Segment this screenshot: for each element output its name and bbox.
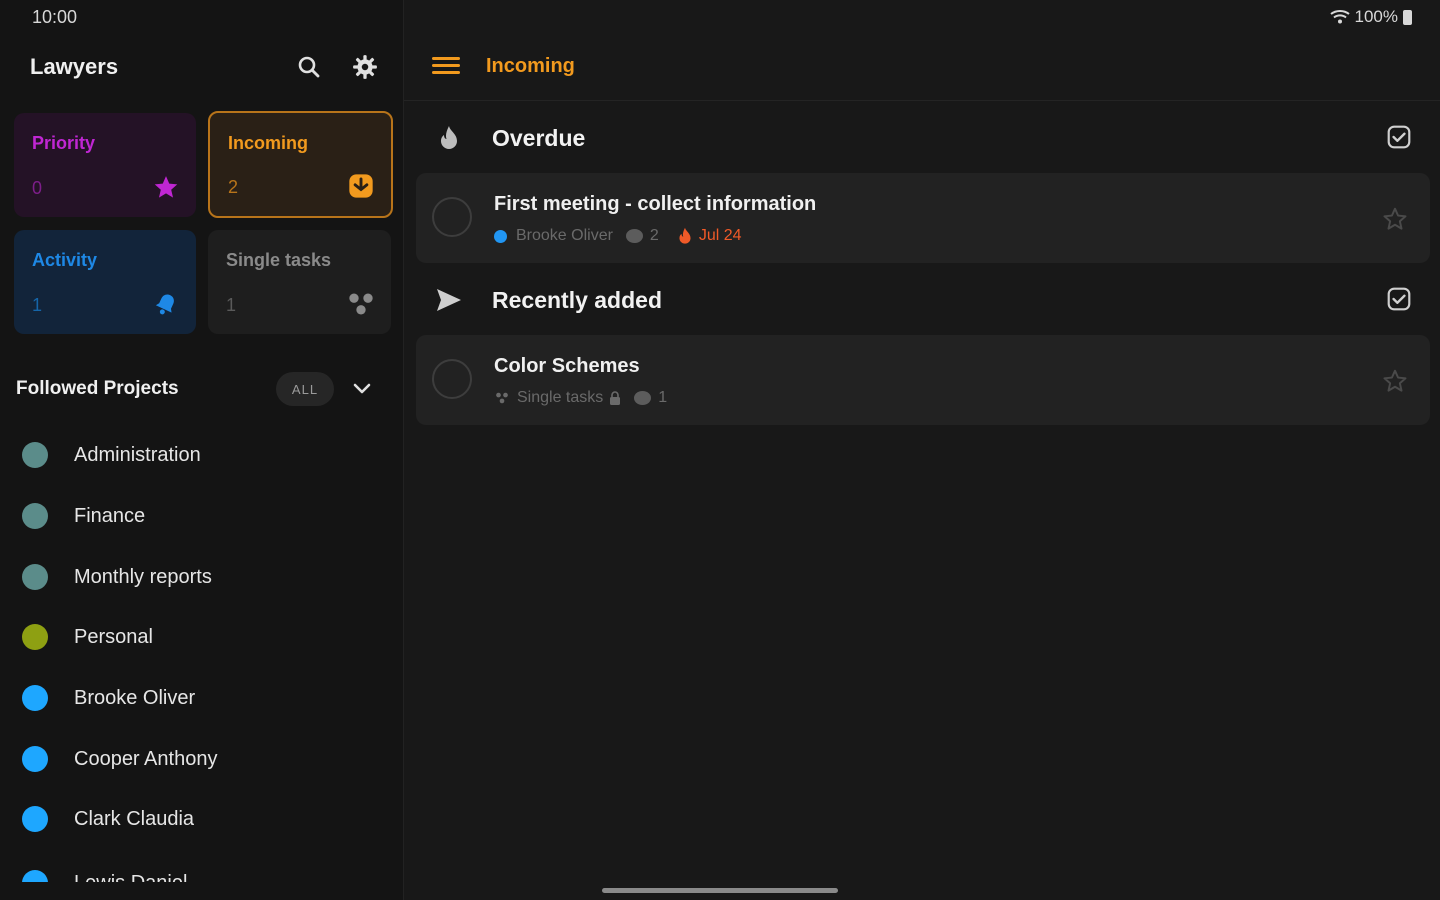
assignee-dot bbox=[494, 229, 507, 243]
hamburger-line bbox=[432, 57, 460, 60]
project-name: Administration bbox=[74, 443, 201, 466]
lock-icon bbox=[610, 391, 621, 405]
project-item[interactable]: Brooke Oliver bbox=[22, 678, 382, 718]
project-name: Lewis Daniel bbox=[74, 872, 187, 883]
task-title: First meeting - collect information bbox=[494, 193, 817, 215]
project-item[interactable]: Cooper Anthony bbox=[22, 739, 382, 779]
task-comment-count: 2 bbox=[649, 227, 659, 244]
tile-activity-label: Activity bbox=[32, 250, 98, 270]
task-card[interactable]: Color Schemes Single tasks 1 bbox=[416, 335, 1430, 425]
page-title: Incoming bbox=[486, 55, 575, 77]
tile-incoming[interactable]: Incoming 2 bbox=[208, 111, 393, 218]
chevron-down-icon[interactable] bbox=[350, 376, 374, 402]
project-color-dot bbox=[22, 442, 48, 468]
gear-icon bbox=[353, 55, 377, 79]
comment-icon bbox=[634, 391, 652, 405]
main-panel: 100% Incoming Overdue First meeting - co… bbox=[404, 0, 1440, 900]
star-outline-icon bbox=[1383, 207, 1407, 230]
header-divider bbox=[404, 100, 1440, 101]
tile-activity-count: 1 bbox=[32, 295, 43, 315]
task-comment-count: 1 bbox=[658, 389, 668, 406]
project-name: Cooper Anthony bbox=[74, 747, 218, 770]
star-icon bbox=[152, 173, 180, 201]
project-color-dot bbox=[22, 685, 48, 711]
project-item[interactable]: Personal bbox=[22, 617, 382, 657]
search-icon bbox=[298, 56, 320, 78]
project-color-dot bbox=[22, 746, 48, 772]
task-complete-checkbox[interactable] bbox=[432, 197, 472, 237]
section-title: Overdue bbox=[492, 124, 586, 151]
task-complete-checkbox[interactable] bbox=[432, 359, 472, 399]
project-color-dot bbox=[22, 870, 48, 882]
project-color-dot bbox=[22, 503, 48, 529]
tile-priority-label: Priority bbox=[32, 133, 96, 153]
home-indicator[interactable] bbox=[602, 888, 838, 893]
status-bar-right: 100% bbox=[1329, 7, 1412, 27]
task-card[interactable]: First meeting - collect information Broo… bbox=[416, 173, 1430, 263]
project-color-dot bbox=[22, 624, 48, 650]
tile-incoming-count: 2 bbox=[228, 177, 239, 197]
task-title: Color Schemes bbox=[494, 355, 640, 377]
task-meta: Brooke Oliver 2 Jul 24 bbox=[494, 227, 742, 245]
inbox-icon bbox=[347, 172, 375, 200]
tile-single-tasks-label: Single tasks bbox=[226, 250, 332, 270]
task-meta: Single tasks 1 bbox=[494, 389, 667, 407]
checkbox-icon bbox=[1387, 287, 1411, 311]
followed-projects-title: Followed Projects bbox=[16, 378, 179, 399]
task-assignee: Brooke Oliver bbox=[516, 227, 613, 244]
status-time: 10:00 bbox=[32, 7, 78, 27]
section-recently-added: Recently added bbox=[434, 280, 1424, 320]
project-item[interactable]: Finance bbox=[22, 496, 382, 536]
project-item[interactable]: Administration bbox=[22, 435, 382, 475]
settings-button[interactable] bbox=[350, 52, 380, 82]
star-outline-icon bbox=[1383, 369, 1407, 392]
checkbox-icon bbox=[1387, 125, 1411, 149]
star-toggle-button[interactable] bbox=[1382, 206, 1408, 232]
nodes-icon bbox=[496, 392, 508, 404]
project-item[interactable]: Monthly reports bbox=[22, 557, 382, 597]
check-all-button[interactable] bbox=[1386, 286, 1414, 314]
project-name: Personal bbox=[74, 625, 153, 648]
workspace-title: Lawyers bbox=[30, 54, 119, 79]
section-overdue: Overdue bbox=[434, 118, 1424, 158]
tile-activity[interactable]: Activity 1 bbox=[14, 230, 196, 334]
star-toggle-button[interactable] bbox=[1382, 368, 1408, 394]
fire-icon bbox=[434, 123, 464, 153]
project-name: Clark Claudia bbox=[74, 807, 195, 830]
tile-single-tasks[interactable]: Single tasks 1 bbox=[208, 230, 391, 334]
menu-button[interactable] bbox=[432, 53, 460, 81]
send-icon bbox=[434, 285, 464, 315]
task-due: Jul 24 bbox=[665, 227, 742, 245]
tile-priority-count: 0 bbox=[32, 178, 43, 198]
hamburger-line bbox=[432, 64, 460, 67]
project-item[interactable]: Lewis Daniel bbox=[22, 863, 382, 882]
project-name: Brooke Oliver bbox=[74, 686, 196, 709]
sidebar: 10:00 Lawyers Priority 0 Incoming 2 Acti… bbox=[0, 0, 404, 900]
tile-single-tasks-count: 1 bbox=[226, 295, 237, 315]
section-title: Recently added bbox=[492, 286, 662, 313]
project-item[interactable]: Clark Claudia bbox=[22, 799, 382, 839]
wifi-icon bbox=[1329, 10, 1350, 24]
battery-icon bbox=[1403, 9, 1412, 25]
project-list-clip: Lewis Daniel bbox=[0, 860, 403, 882]
search-button[interactable] bbox=[294, 52, 324, 82]
comment-icon bbox=[625, 229, 643, 243]
project-name: Finance bbox=[74, 504, 146, 527]
nodes-icon bbox=[347, 290, 375, 318]
project-name: Monthly reports bbox=[74, 565, 212, 588]
project-color-dot bbox=[22, 564, 48, 590]
task-project: Single tasks bbox=[517, 389, 604, 406]
check-all-button[interactable] bbox=[1386, 124, 1414, 152]
bell-icon bbox=[152, 290, 180, 318]
hamburger-line bbox=[432, 71, 460, 74]
fire-icon bbox=[679, 227, 691, 244]
followed-projects-filter-button[interactable]: ALL bbox=[276, 372, 334, 406]
tile-incoming-label: Incoming bbox=[228, 133, 308, 153]
task-due-date: Jul 24 bbox=[698, 227, 742, 244]
battery-level: 100% bbox=[1354, 7, 1398, 26]
tile-priority[interactable]: Priority 0 bbox=[14, 113, 196, 217]
project-color-dot bbox=[22, 806, 48, 832]
